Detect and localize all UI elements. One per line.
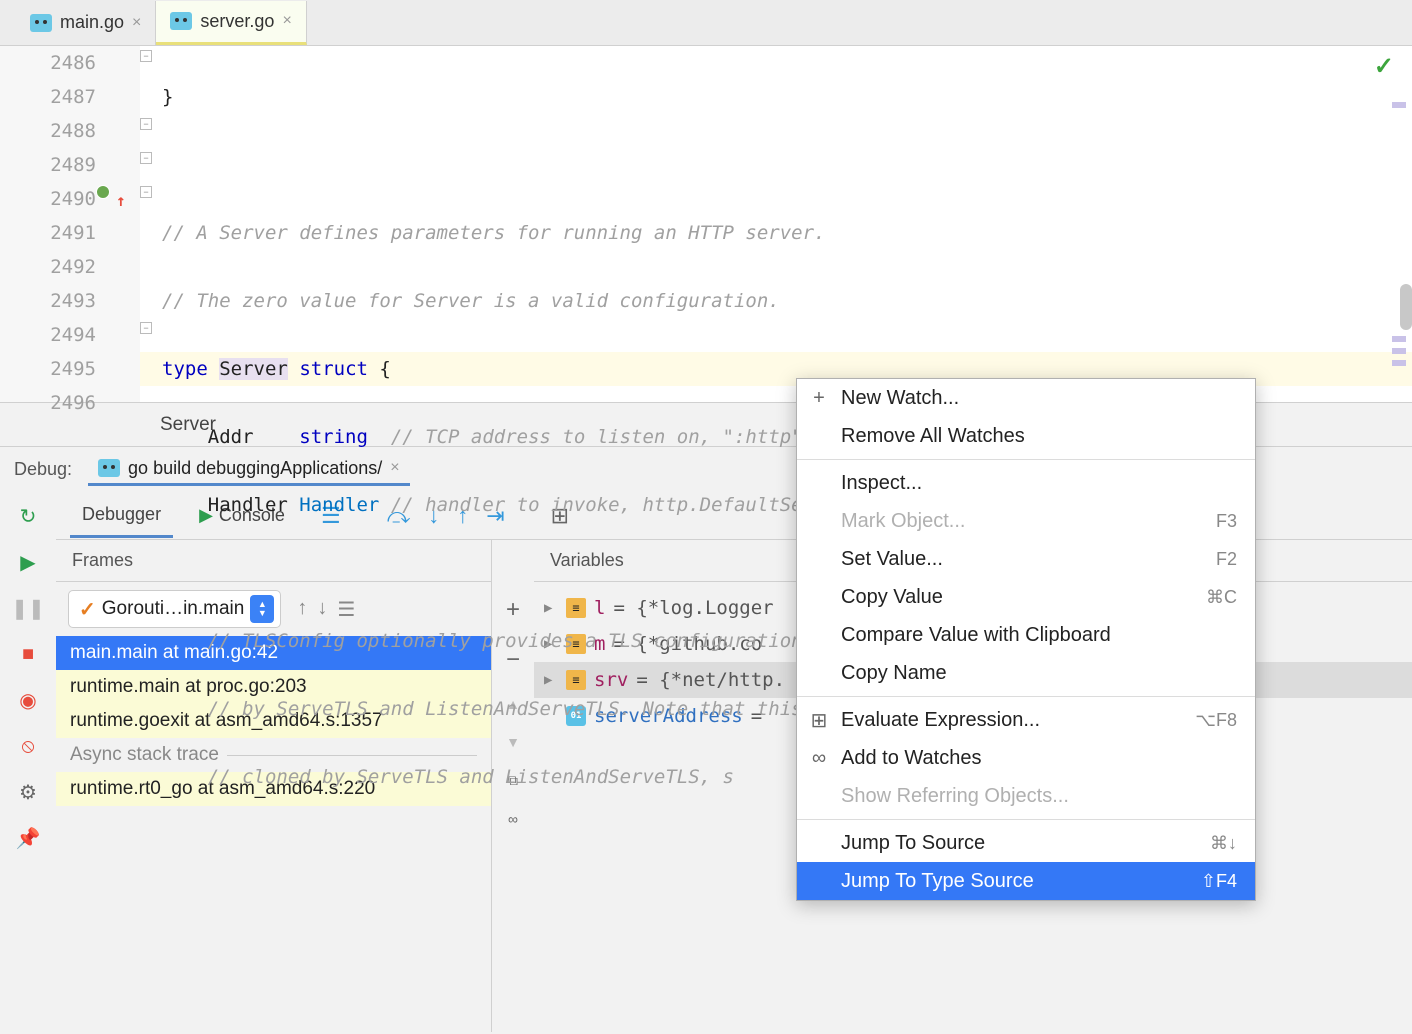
code-area[interactable]: } // A Server defines parameters for run… bbox=[140, 46, 1412, 402]
plus-icon: + bbox=[809, 387, 829, 410]
fold-icon[interactable]: − bbox=[140, 186, 152, 198]
rerun-button[interactable]: ↻ bbox=[16, 504, 40, 528]
menu-set-value[interactable]: Set Value...F2 bbox=[797, 540, 1255, 578]
menu-new-watch[interactable]: +New Watch... bbox=[797, 379, 1255, 417]
fold-icon[interactable]: − bbox=[140, 152, 152, 164]
calculator-icon: ⊞ bbox=[809, 708, 829, 733]
menu-inspect[interactable]: Inspect... bbox=[797, 464, 1255, 502]
menu-compare-value[interactable]: Compare Value with Clipboard bbox=[797, 616, 1255, 654]
fold-icon[interactable]: − bbox=[140, 322, 152, 334]
vertical-scrollbar[interactable] bbox=[1400, 284, 1412, 330]
editor-tabs: main.go × server.go × bbox=[0, 0, 1412, 46]
pause-button[interactable]: ❚❚ bbox=[16, 596, 40, 620]
debug-label: Debug: bbox=[14, 459, 72, 480]
fold-icon[interactable]: − bbox=[140, 50, 152, 62]
check-icon: ✓ bbox=[79, 597, 96, 622]
menu-jump-to-type-source[interactable]: Jump To Type Source⇧F4 bbox=[797, 862, 1255, 900]
go-file-icon bbox=[170, 12, 192, 30]
mute-breakpoints-button[interactable]: ⦸ bbox=[16, 734, 40, 758]
editor[interactable]: 24862487248824892490 2491249224932494249… bbox=[0, 46, 1412, 402]
menu-evaluate-expression[interactable]: ⊞Evaluate Expression...⌥F8 bbox=[797, 701, 1255, 739]
watches-icon: ∞ bbox=[809, 747, 829, 770]
menu-separator bbox=[797, 459, 1255, 460]
menu-mark-object: Mark Object...F3 bbox=[797, 502, 1255, 540]
editor-tab-main[interactable]: main.go × bbox=[16, 1, 156, 45]
fold-icon[interactable]: − bbox=[140, 118, 152, 130]
close-icon[interactable]: × bbox=[132, 14, 141, 32]
inspection-ok-icon[interactable]: ✓ bbox=[1374, 52, 1394, 81]
context-menu: +New Watch... Remove All Watches Inspect… bbox=[796, 378, 1256, 901]
tab-debugger[interactable]: Debugger bbox=[70, 494, 173, 538]
tab-label: server.go bbox=[200, 11, 274, 32]
stop-button[interactable]: ■ bbox=[16, 642, 40, 666]
menu-jump-to-source[interactable]: Jump To Source⌘↓ bbox=[797, 824, 1255, 862]
menu-copy-name[interactable]: Copy Name bbox=[797, 654, 1255, 692]
menu-separator bbox=[797, 819, 1255, 820]
pin-button[interactable]: 📌 bbox=[16, 826, 40, 850]
menu-copy-value[interactable]: Copy Value⌘C bbox=[797, 578, 1255, 616]
error-stripe[interactable] bbox=[1392, 46, 1406, 402]
fold-column: − − − − − bbox=[140, 46, 158, 402]
view-breakpoints-button[interactable]: ◉ bbox=[16, 688, 40, 712]
menu-add-to-watches[interactable]: ∞Add to Watches bbox=[797, 739, 1255, 777]
resume-button[interactable]: ▶ bbox=[16, 550, 40, 574]
close-icon[interactable]: × bbox=[282, 12, 291, 30]
settings-button[interactable]: ⚙ bbox=[16, 780, 40, 804]
breakpoint-marker-icon[interactable] bbox=[96, 185, 110, 199]
menu-show-referring: Show Referring Objects... bbox=[797, 777, 1255, 815]
menu-separator bbox=[797, 696, 1255, 697]
menu-remove-all-watches[interactable]: Remove All Watches bbox=[797, 417, 1255, 455]
go-run-icon bbox=[98, 459, 120, 477]
tab-label: main.go bbox=[60, 12, 124, 33]
execution-point-icon: ↑ bbox=[116, 184, 126, 218]
editor-tab-server[interactable]: server.go × bbox=[156, 1, 306, 45]
line-gutter: 24862487248824892490 2491249224932494249… bbox=[0, 46, 140, 402]
go-file-icon bbox=[30, 14, 52, 32]
debug-left-rail: ↻ ▶ ❚❚ ■ ◉ ⦸ ⚙ 📌 bbox=[0, 492, 56, 1032]
